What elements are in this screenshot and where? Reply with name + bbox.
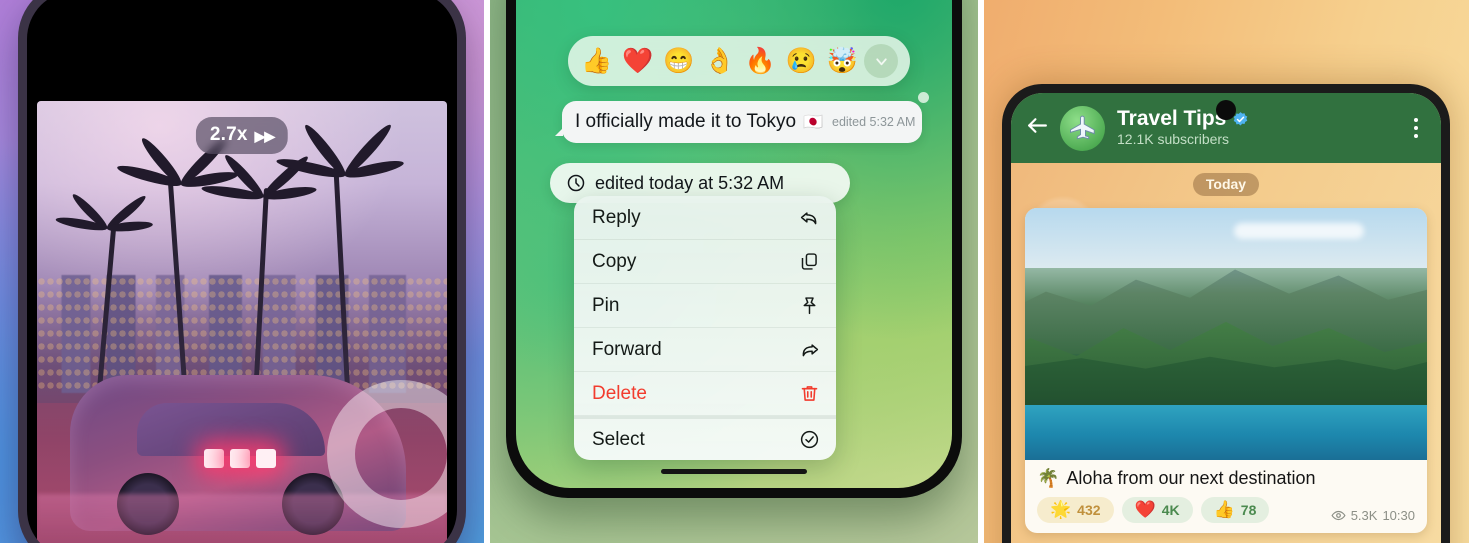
- menu-item-select[interactable]: Select: [574, 416, 836, 460]
- post-meta: 5.3K 10:30: [1331, 508, 1415, 523]
- palm-tree-icon: 🌴: [1037, 468, 1060, 488]
- video-player-surface[interactable]: 2.7x ▶▶: [37, 101, 447, 543]
- subscriber-count: 12.1K subscribers: [1117, 131, 1230, 147]
- panel-channel-post: Travel Tips 12.1K subscribers Today 🌴 Al…: [984, 0, 1469, 543]
- car-roof: [137, 403, 326, 457]
- menu-item-label: Delete: [592, 382, 647, 404]
- channel-info[interactable]: Travel Tips 12.1K subscribers: [1117, 107, 1393, 149]
- menu-item-pin[interactable]: Pin: [574, 284, 836, 328]
- phone-screen-middle: 👍 ❤️ 😁 👌 🔥 😢 🤯 I officially made it to T…: [516, 0, 952, 488]
- menu-item-copy[interactable]: Copy: [574, 240, 836, 284]
- menu-item-delete[interactable]: Delete: [574, 372, 836, 416]
- menu-item-label: Pin: [592, 294, 620, 316]
- more-options-button[interactable]: [1403, 118, 1429, 138]
- phone-frame-left: 2.7x ▶▶: [18, 0, 466, 543]
- reaction-chip-thumbs-up[interactable]: 👍 78: [1200, 497, 1270, 523]
- menu-item-label: Reply: [592, 206, 641, 228]
- camera-notch: [1216, 100, 1236, 120]
- phone-screen-left: 2.7x ▶▶: [27, 0, 457, 543]
- thumbs-up-icon: 👍: [1213, 500, 1235, 519]
- fast-forward-icon: ▶▶: [254, 127, 276, 144]
- more-vertical-icon: [1414, 126, 1418, 130]
- back-button[interactable]: [1025, 113, 1050, 143]
- reaction-count: 4K: [1161, 501, 1180, 518]
- context-menu: Reply Copy Pin Forward Delete Select: [574, 196, 836, 460]
- menu-item-label: Forward: [592, 338, 662, 360]
- panel-context-menu: 👍 ❤️ 😁 👌 🔥 😢 🤯 I officially made it to T…: [490, 0, 978, 543]
- channel-avatar[interactable]: [1060, 105, 1105, 151]
- playback-speed-value: 2.7x: [209, 124, 248, 145]
- phone-screen-right: Travel Tips 12.1K subscribers Today 🌴 Al…: [1011, 93, 1441, 543]
- eye-icon: [1331, 510, 1346, 521]
- photo-sky: [1025, 208, 1427, 269]
- airplane-icon: [1069, 115, 1095, 140]
- menu-item-reply[interactable]: Reply: [574, 196, 836, 240]
- reaction-exploding-head-icon[interactable]: 🤯: [823, 48, 861, 74]
- reaction-chip-star[interactable]: 🌟 432: [1037, 497, 1114, 523]
- photo-ocean: [1025, 404, 1427, 460]
- reaction-chip-heart[interactable]: ❤️ 4K: [1121, 497, 1193, 523]
- channel-title-row: Travel Tips: [1117, 107, 1393, 131]
- phone-frame-right: Travel Tips 12.1K subscribers Today 🌴 Al…: [1002, 84, 1450, 543]
- three-panel-showcase: 2.7x ▶▶ 👍 ❤️ 😁 👌 🔥 😢 🤯 I officially made…: [0, 0, 1469, 543]
- post-photo[interactable]: [1025, 208, 1427, 460]
- photo-cloud: [1234, 223, 1365, 240]
- more-vertical-icon: [1414, 118, 1418, 122]
- star-icon: 🌟: [1050, 500, 1072, 519]
- menu-item-label: Copy: [592, 250, 637, 272]
- channel-title: Travel Tips: [1117, 107, 1227, 130]
- menu-tail-dot-large: [918, 92, 929, 103]
- message-bubble[interactable]: I officially made it to Tokyo 🇯🇵 edited …: [555, 101, 922, 143]
- menu-item-label: Select: [592, 428, 645, 450]
- reaction-thumbs-up-icon[interactable]: 👍: [578, 48, 616, 74]
- copy-icon: [798, 251, 820, 273]
- phone-frame-middle: 👍 ❤️ 😁 👌 🔥 😢 🤯 I officially made it to T…: [506, 0, 962, 498]
- chat-body: Today 🌴 Aloha from our next destination …: [1011, 163, 1441, 543]
- message-text: I officially made it to Tokyo: [575, 111, 797, 132]
- check-circle-icon: [798, 429, 820, 451]
- menu-item-forward[interactable]: Forward: [574, 328, 836, 372]
- reaction-count: 78: [1240, 501, 1257, 518]
- post-reactions-row: 🌟 432 ❤️ 4K 👍 78 5.3K 10:30: [1025, 491, 1427, 533]
- reaction-ok-hand-icon[interactable]: 👌: [701, 48, 739, 74]
- pin-icon: [798, 295, 820, 317]
- home-indicator[interactable]: [661, 469, 807, 474]
- japan-flag-icon: 🇯🇵: [803, 114, 823, 131]
- reaction-fire-icon[interactable]: 🔥: [742, 48, 780, 74]
- reaction-count: 432: [1077, 501, 1101, 518]
- post-caption-text: Aloha from our next destination: [1066, 468, 1316, 488]
- clock-pencil-icon: [567, 174, 585, 192]
- back-arrow-icon: [1028, 118, 1047, 133]
- trash-icon: [798, 383, 820, 405]
- view-count: 5.3K: [1350, 508, 1378, 523]
- reaction-crying-face-icon[interactable]: 😢: [782, 48, 820, 74]
- date-separator: Today: [1192, 173, 1260, 196]
- chevron-down-icon: [875, 57, 887, 65]
- reaction-red-heart-icon[interactable]: ❤️: [619, 48, 657, 74]
- quick-reaction-bar[interactable]: 👍 ❤️ 😁 👌 🔥 😢 🤯: [568, 36, 910, 86]
- expand-reactions-button[interactable]: [864, 44, 899, 78]
- car-taillights: [204, 449, 277, 469]
- post-caption-row: 🌴 Aloha from our next destination: [1025, 460, 1427, 491]
- reaction-grinning-face-icon[interactable]: 😁: [660, 48, 698, 74]
- panel-video-speed: 2.7x ▶▶: [0, 0, 484, 543]
- forward-arrow-icon: [798, 339, 820, 361]
- more-vertical-icon: [1414, 134, 1418, 138]
- message-edited-stamp: edited 5:32 AM: [832, 115, 916, 129]
- playback-speed-badge[interactable]: 2.7x ▶▶: [195, 117, 289, 154]
- post-time: 10:30: [1382, 508, 1415, 523]
- edited-tooltip-label: edited today at 5:32 AM: [595, 172, 785, 193]
- red-heart-icon: ❤️: [1134, 500, 1156, 519]
- reply-arrow-icon: [798, 207, 820, 229]
- channel-post-card[interactable]: 🌴 Aloha from our next destination 🌟 432 …: [1025, 208, 1427, 533]
